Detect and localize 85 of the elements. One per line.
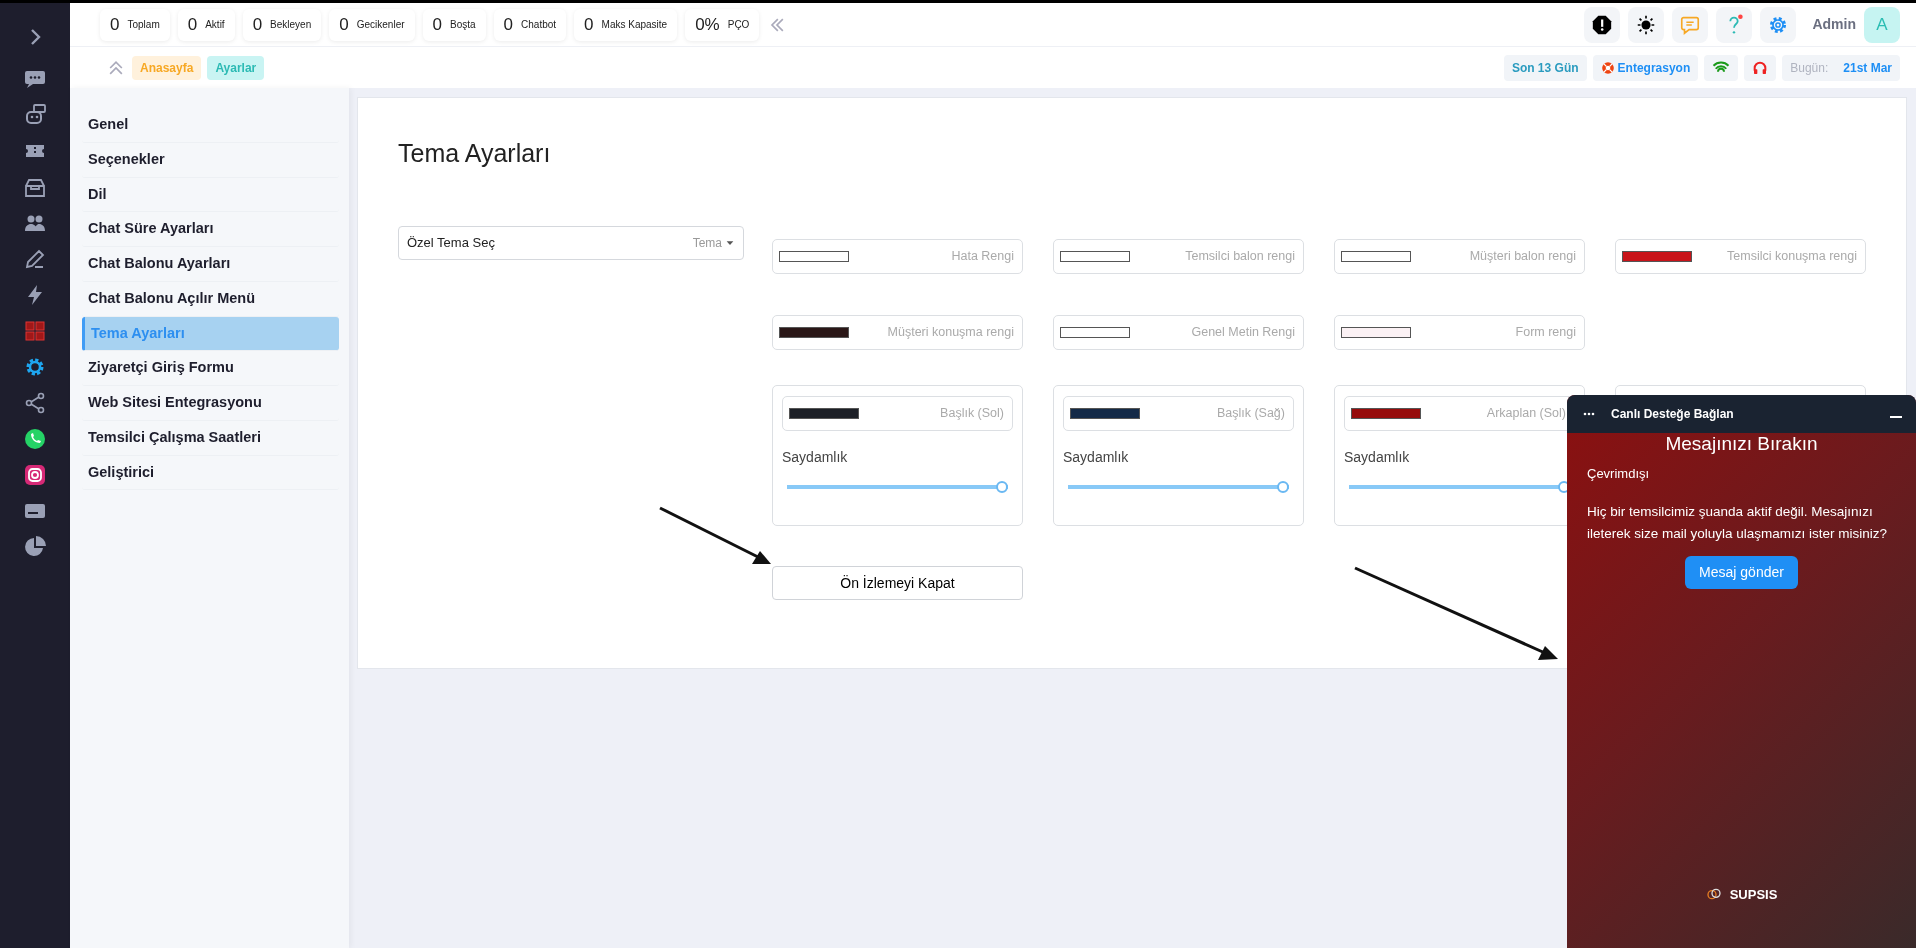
stat-label: Bekleyen <box>270 18 312 32</box>
stat-value: 0% <box>695 13 720 36</box>
instagram-icon[interactable] <box>23 463 47 487</box>
stat-value: 0 <box>252 13 263 36</box>
lightbulb-button[interactable] <box>1628 6 1665 43</box>
field-label: Başlık (Sağ) <box>1216 405 1285 423</box>
page-title: Tema Ayarları <box>398 138 552 168</box>
field-label: Hata Rengi <box>951 248 1014 266</box>
pie-chart-icon[interactable] <box>23 535 47 559</box>
send-message-button[interactable]: Mesaj gönder <box>1685 556 1798 590</box>
brand-name: SUPSIS <box>1729 885 1778 904</box>
settings-menu-item[interactable]: Genel <box>82 108 339 143</box>
field-label: Temsilci konuşma rengi <box>1727 248 1857 266</box>
integration-label: Entegrasyon <box>1617 59 1691 77</box>
field-label: Genel Metin Rengi <box>1191 324 1295 342</box>
stat-label: Gecikenler <box>356 18 405 32</box>
settings-menu-item[interactable]: Seçenekler <box>82 142 339 178</box>
color-field[interactable]: Temsilci konuşma rengi <box>1615 239 1866 274</box>
field-label: Müşteri konuşma rengi <box>887 324 1014 342</box>
settings-menu-item[interactable]: Dil <box>82 177 339 213</box>
field-label: Başlık (Sol) <box>940 405 1004 423</box>
stat-label: Aktif <box>205 18 225 32</box>
stat-value: 0 <box>584 13 594 36</box>
color-field[interactable]: Form rengi <box>1334 315 1585 350</box>
settings-menu-item[interactable]: Web Sitesi Entegrasyonu <box>82 386 339 421</box>
chat-header-title: Canlı Desteğe Bağlan <box>1611 406 1735 423</box>
stat-label: Chatbot <box>521 18 557 32</box>
date-value: 21st Mar <box>1843 59 1892 77</box>
caret-icon <box>725 238 735 248</box>
stat-value: 0 <box>339 13 349 36</box>
select-addon: Tema <box>692 235 722 252</box>
theme-select[interactable]: Özel Tema Seç Tema <box>398 226 744 260</box>
opacity-label: Saydamlık <box>1063 448 1130 467</box>
color-field[interactable]: Başlık (Sağ) <box>1063 396 1294 431</box>
chat-status: Çevrimdışı <box>1587 464 1651 483</box>
settings-menu-item[interactable]: Chat Balonu Açılır Menü <box>82 281 339 317</box>
user-avatar[interactable]: A <box>1864 6 1900 43</box>
whatsapp-icon[interactable] <box>23 427 47 451</box>
date-range-chip[interactable]: Son 13 Gün <box>1503 54 1587 81</box>
grid-icon[interactable] <box>23 319 47 343</box>
share-icon[interactable] <box>23 391 47 415</box>
integration-status[interactable]: Entegrasyon <box>1592 54 1699 81</box>
chat-title: Mesajınızı Bırakın <box>1664 433 1819 456</box>
preview-close-button[interactable]: Ön İzlemeyi Kapat <box>772 566 1023 600</box>
headset-status[interactable] <box>1744 54 1777 81</box>
field-label: Form rengi <box>1515 324 1576 342</box>
alert-button[interactable] <box>1584 6 1621 43</box>
opacity-label: Saydamlık <box>782 448 849 467</box>
field-label: Temsilci balon rengi <box>1185 248 1295 266</box>
stat-value: 0 <box>187 13 198 36</box>
settings-menu-item[interactable]: Chat Balonu Ayarları <box>82 247 339 282</box>
color-field[interactable]: Müşteri konuşma rengi <box>772 315 1023 350</box>
settings-menu-item[interactable]: Chat Süre Ayarları <box>82 212 339 247</box>
robot-icon[interactable] <box>23 103 47 127</box>
stat-value: 0 <box>110 13 120 36</box>
field-label: Arkaplan (Sol) <box>1486 405 1566 423</box>
settings-menu-item[interactable]: Temsilci Çalışma Saatleri <box>82 420 339 456</box>
date-label: Bugün: <box>1790 59 1829 77</box>
settings-menu-item[interactable]: Tema Ayarları <box>82 316 339 352</box>
breadcrumb-link[interactable]: Anasayfa <box>132 55 202 80</box>
stat-label: Toplam <box>127 18 160 32</box>
stat-label: Maks Kapasite <box>601 18 668 32</box>
stat-value: 0 <box>503 13 514 36</box>
opacity-label: Saydamlık <box>1344 448 1411 467</box>
settings-menu-item[interactable]: Geliştirici <box>82 455 339 491</box>
stat-label: PÇO <box>727 18 750 32</box>
color-field[interactable]: Genel Metin Rengi <box>1053 315 1304 350</box>
alert-icon <box>1591 13 1614 36</box>
settings-button[interactable] <box>1760 6 1797 43</box>
settings-menu-item[interactable]: Ziyaretçi Giriş Formu <box>82 351 339 386</box>
headset-icon <box>1752 59 1769 76</box>
color-field[interactable]: Hata Rengi <box>772 239 1023 274</box>
user-name: Admin <box>1812 15 1856 34</box>
breadcrumb-link[interactable]: Ayarlar <box>207 55 265 80</box>
chat-message: Hiç bir temsilcimiz şuanda aktif değil. Mesajınızı ileterek size mail yoluyla ulaşmamızı ister misiniz? <box>1587 503 1889 543</box>
field-label: Müşteri balon rengi <box>1469 248 1576 266</box>
stat-value: 0 <box>432 13 442 36</box>
wifi-status[interactable] <box>1704 54 1739 81</box>
lifebuoy-icon <box>1600 60 1615 75</box>
color-field[interactable]: Temsilci balon rengi <box>1053 239 1304 274</box>
color-field[interactable]: Başlık (Sol) <box>782 396 1013 431</box>
pen-icon[interactable] <box>23 247 47 271</box>
color-field[interactable]: Müşteri balon rengi <box>1334 239 1585 274</box>
select-value: Özel Tema Seç <box>407 234 495 253</box>
stat-label: Boşta <box>450 18 476 32</box>
